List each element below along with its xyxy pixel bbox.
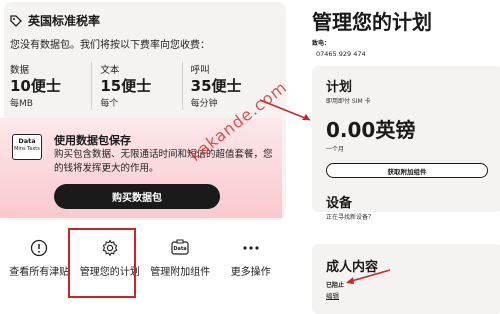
data-addon-icon: Data — [170, 238, 190, 258]
adult-content-edit-link[interactable]: 编辑 — [326, 290, 339, 300]
quick-actions: 查看所有津贴 管理您的计划 Data 管理附加组件 更多操作 — [4, 232, 286, 298]
plan-subtitle: 即用即付 SIM 卡 — [326, 98, 371, 105]
action-label: 更多操作 — [230, 267, 271, 278]
view-allowances-action[interactable]: 查看所有津贴 — [4, 232, 75, 298]
manage-addons-action[interactable]: Data 管理附加组件 — [145, 232, 216, 298]
more-dots-icon — [241, 238, 261, 258]
buy-bundle-button[interactable]: 购买数据包 — [54, 184, 220, 209]
rate-label: 数据 — [10, 65, 30, 76]
tag-icon — [10, 14, 22, 27]
more-actions-action[interactable]: 更多操作 — [216, 232, 287, 298]
plan-period: 一个月 — [326, 146, 345, 153]
manage-plan-highlight — [68, 228, 136, 298]
rates-subtitle: 您没有数据包。我们将按以下费率向您收费： — [10, 40, 210, 51]
svg-text:Data: Data — [174, 246, 187, 252]
action-label: 管理附加组件 — [150, 267, 211, 278]
rate-text: 文本 15便士 每个 — [91, 62, 181, 110]
data-bundle-icon: Data Mins Texts — [12, 134, 42, 160]
devices-title: 设备 — [326, 196, 353, 211]
action-label: 查看所有津贴 — [9, 267, 70, 278]
rate-data: 数据 10便士 每MB — [10, 62, 91, 110]
promo-description: 购买包含数据、无限通话时间和短信的超值套餐，您的钱将发挥更大的作用。 — [54, 149, 273, 174]
plan-title: 计划 — [326, 80, 353, 95]
rate-label: 文本 — [100, 65, 120, 76]
red-arrow-adult — [346, 269, 391, 284]
adult-content-card — [312, 244, 500, 314]
data-bundle-icon-top: Data — [18, 137, 36, 145]
rates-header: 英国标准税率 — [10, 12, 100, 29]
rate-unit: 每个 — [100, 99, 119, 109]
phone-number: 07465 929 474 — [316, 50, 366, 58]
rates-list: 数据 10便士 每MB 文本 15便士 每个 呼叫 35便士 每分钟 — [10, 62, 272, 110]
rate-label: 呼叫 — [190, 65, 210, 76]
data-bundle-icon-bottom: Mins Texts — [14, 146, 40, 152]
phone-label: 致电： — [312, 40, 331, 47]
devices-subtitle[interactable]: 正在寻找新设备？ — [326, 212, 374, 221]
rates-title: 英国标准税率 — [28, 14, 101, 28]
get-addons-button[interactable]: 获取附加组件 — [326, 163, 488, 178]
rate-value: 10便士 — [10, 77, 61, 95]
plan-price: 0.00英镑 — [326, 118, 416, 142]
info-icon — [29, 238, 49, 258]
page-title: 管理您的计划 — [312, 10, 432, 34]
promo-title: 使用数据包保存 — [54, 134, 131, 147]
rate-unit: 每MB — [10, 99, 33, 109]
rate-value: 15便士 — [100, 77, 152, 95]
